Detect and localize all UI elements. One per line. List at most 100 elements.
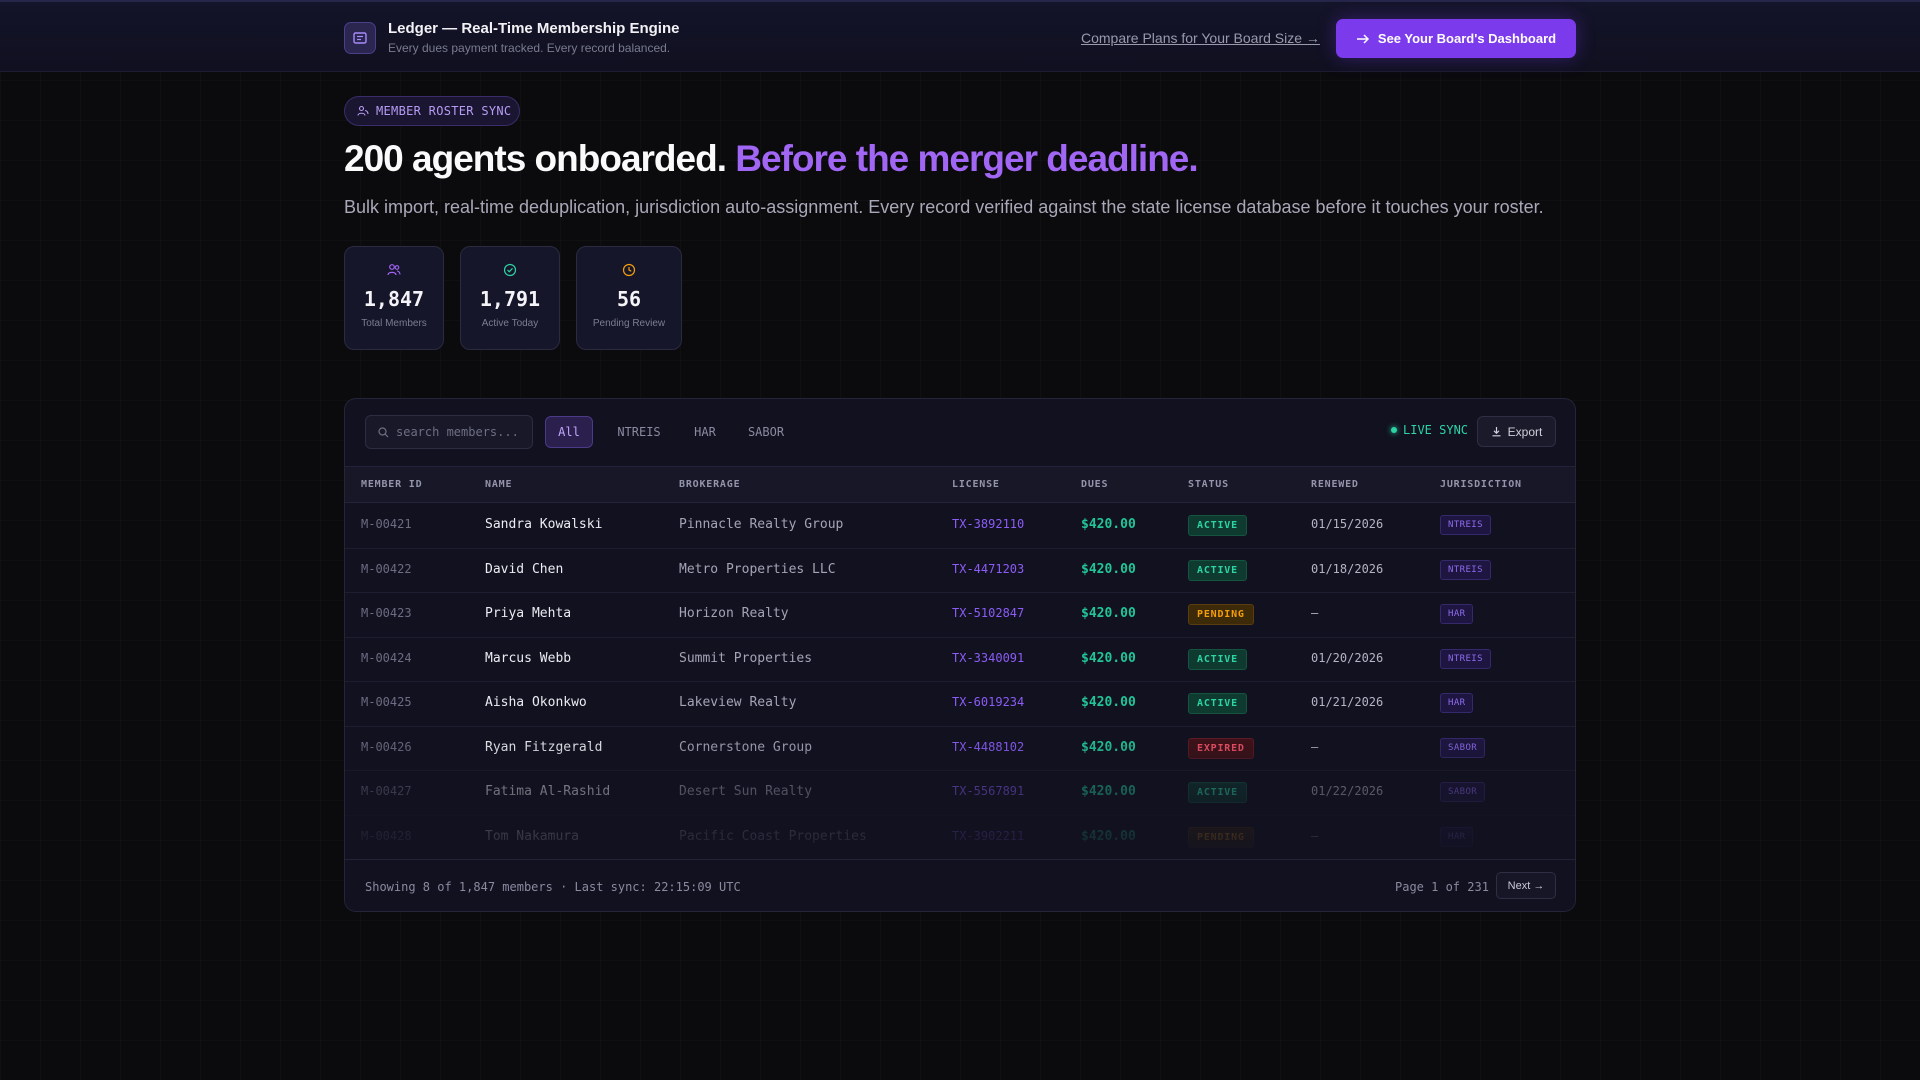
member-id: M-00427 <box>361 784 412 798</box>
member-id: M-00424 <box>361 650 412 665</box>
arrow-right-icon <box>1356 33 1369 44</box>
license-link[interactable]: TX-3892110 <box>952 517 1024 531</box>
table-row[interactable]: M-00424 Marcus Webb Summit Properties TX-33… <box>345 638 1575 682</box>
dues-amount: $420.00 <box>1081 739 1136 755</box>
stat-label: Active Today <box>481 318 539 329</box>
jurisdiction-cell: NTREIS <box>1440 559 1491 580</box>
status-cell: ACTIVE <box>1188 559 1247 581</box>
member-table-panel: search members... All NTREIS HAR SABOR L… <box>344 398 1576 912</box>
table-row[interactable]: M-00426 Ryan Fitzgerald Cornerstone Group T… <box>345 727 1575 771</box>
table-header: MEMBER ID NAME BROKERAGE LICENSE DUES ST… <box>345 466 1575 503</box>
member-id: M-00423 <box>361 606 412 620</box>
member-id: M-00426 <box>361 739 412 754</box>
status-cell: ACTIVE <box>1188 782 1247 803</box>
page-indicator: Page 1 of 231 <box>1395 880 1489 894</box>
column-header[interactable]: BROKERAGE <box>679 479 740 490</box>
jurisdiction-cell: NTREIS <box>1440 515 1491 535</box>
see-dashboard-button[interactable]: See Your Board's Dashboard <box>1336 19 1576 58</box>
jurisdiction-badge: SABOR <box>1440 737 1486 758</box>
table-footer: Showing 8 of 1,847 members · Last sync: … <box>345 859 1575 911</box>
table-row[interactable]: M-00428 Tom Nakamura Pacific Coast Propert… <box>345 816 1575 860</box>
export-button[interactable]: Export <box>1477 416 1556 447</box>
renewed-date: — <box>1311 606 1319 620</box>
search-placeholder: search members... <box>396 425 519 439</box>
filter-tab-sabor[interactable]: SABOR <box>739 416 793 448</box>
member-name: Aisha Okonkwo <box>485 695 587 710</box>
column-header[interactable]: NAME <box>485 479 512 490</box>
table-row[interactable]: M-00423 Priya Mehta Horizon Realty TX-51028… <box>345 593 1575 638</box>
table-row[interactable]: M-00422 David Chen Metro Properties LLC TX-… <box>345 549 1575 593</box>
license-link[interactable]: TX-5102847 <box>952 606 1024 620</box>
next-page-button[interactable]: Next → <box>1496 872 1556 899</box>
license-link[interactable]: TX-5567891 <box>952 784 1024 798</box>
download-icon <box>1492 427 1501 437</box>
status-cell: PENDING <box>1188 826 1254 848</box>
jurisdiction-badge: NTREIS <box>1440 559 1491 580</box>
brokerage: Pinnacle Realty Group <box>679 517 844 532</box>
brokerage: Lakeview Realty <box>679 695 797 710</box>
table-row[interactable]: M-00427 Fatima Al-Rashid Desert Sun Realty… <box>345 771 1575 816</box>
search-input[interactable]: search members... <box>365 415 533 449</box>
column-header[interactable]: JURISDICTION <box>1440 479 1522 490</box>
stat-value: 1,847 <box>363 287 425 311</box>
stat-pending-review: 56 Pending Review <box>576 246 682 350</box>
filter-tab-all[interactable]: All <box>545 416 593 448</box>
brand-subtitle: Every dues payment tracked. Every record… <box>388 41 671 55</box>
column-header[interactable]: LICENSE <box>952 479 1000 490</box>
status-badge: ACTIVE <box>1188 648 1247 670</box>
license-link[interactable]: TX-3902211 <box>952 829 1024 843</box>
jurisdiction-badge: NTREIS <box>1440 515 1491 535</box>
status-badge: PENDING <box>1188 604 1254 625</box>
ledger-icon <box>344 22 376 54</box>
filter-tab-har[interactable]: HAR <box>685 416 725 448</box>
license-link[interactable]: TX-6019234 <box>952 695 1024 709</box>
stat-total-members: 1,847 Total Members <box>344 246 444 350</box>
table-row[interactable]: M-00421 Sandra Kowalski Pinnacle Realty Gr… <box>345 504 1575 549</box>
live-sync-indicator: LIVE SYNC <box>1391 423 1468 437</box>
brand-title: Ledger — Real-Time Membership Engine <box>388 20 680 37</box>
dues-amount: $420.00 <box>1081 517 1136 532</box>
member-id: M-00428 <box>361 828 412 843</box>
brokerage: Metro Properties LLC <box>679 561 836 577</box>
compare-plans-link[interactable]: Compare Plans for Your Board Size → <box>1081 30 1320 46</box>
live-dot-icon <box>1391 427 1397 433</box>
dues-amount: $420.00 <box>1081 606 1136 621</box>
page-subhead: Bulk import, real-time deduplication, ju… <box>344 197 1544 217</box>
renewed-date: 01/21/2026 <box>1311 695 1384 709</box>
status-badge: ACTIVE <box>1188 559 1247 581</box>
jurisdiction-badge: NTREIS <box>1440 648 1491 669</box>
search-icon <box>378 426 389 437</box>
column-header[interactable]: RENEWED <box>1311 479 1359 490</box>
brokerage: Summit Properties <box>679 650 813 666</box>
dues-amount: $420.00 <box>1081 784 1136 799</box>
filter-tab-ntreis[interactable]: NTREIS <box>607 416 671 448</box>
license-link[interactable]: TX-4488102 <box>952 740 1024 754</box>
column-header[interactable]: MEMBER ID <box>361 479 422 490</box>
export-label: Export <box>1507 424 1543 439</box>
headline-accent: Before the merger deadline. <box>735 138 1198 179</box>
renewed-date: 01/20/2026 <box>1311 650 1384 665</box>
column-header[interactable]: STATUS <box>1188 479 1229 490</box>
license-link[interactable]: TX-4471203 <box>952 562 1024 576</box>
dues-amount: $420.00 <box>1081 650 1136 666</box>
jurisdiction-cell: HAR <box>1440 604 1474 624</box>
member-id: M-00421 <box>361 517 412 531</box>
jurisdiction-cell: SABOR <box>1440 737 1486 758</box>
stat-value: 56 <box>616 287 642 311</box>
jurisdiction-badge: HAR <box>1440 604 1474 624</box>
column-header[interactable]: DUES <box>1081 479 1108 490</box>
jurisdiction-badge: HAR <box>1440 693 1474 713</box>
users-icon <box>357 105 369 116</box>
brand[interactable]: Ledger — Real-Time Membership Engine Eve… <box>344 20 679 56</box>
member-id: M-00425 <box>361 695 412 709</box>
renewed-date: — <box>1311 828 1319 843</box>
member-name: Fatima Al-Rashid <box>485 784 611 799</box>
table-row[interactable]: M-00425 Aisha Okonkwo Lakeview Realty TX-60… <box>345 682 1575 727</box>
clock-icon <box>622 263 636 277</box>
license-link[interactable]: TX-3340091 <box>952 651 1024 665</box>
status-badge: ACTIVE <box>1188 515 1247 536</box>
badge-label: MEMBER ROSTER SYNC <box>376 104 512 118</box>
member-name: Marcus Webb <box>485 650 572 666</box>
member-roster-badge: MEMBER ROSTER SYNC <box>344 96 520 126</box>
status-badge: ACTIVE <box>1188 693 1247 714</box>
